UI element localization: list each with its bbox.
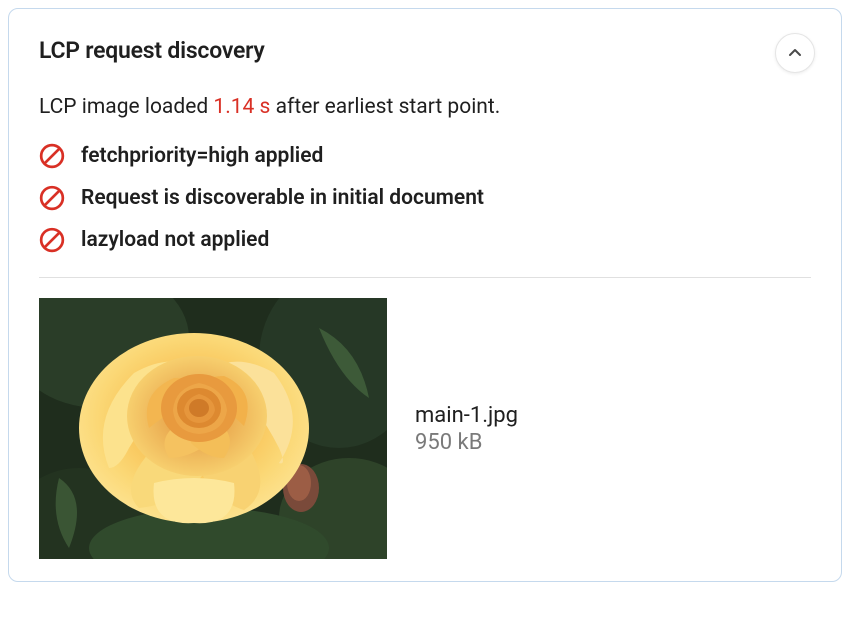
summary-suffix: after earliest start point. xyxy=(270,95,500,119)
summary-value: 1.14 s xyxy=(213,95,270,119)
divider xyxy=(39,277,811,278)
fail-icon xyxy=(39,185,65,211)
file-thumbnail[interactable] xyxy=(39,298,387,559)
checks-list: fetchpriority=high applied Request is di… xyxy=(39,143,811,253)
lcp-discovery-card: LCP request discovery LCP image loaded 1… xyxy=(8,8,842,582)
check-item: Request is discoverable in initial docum… xyxy=(39,185,811,211)
check-label: fetchpriority=high applied xyxy=(81,144,323,168)
file-row: main-1.jpg 950 kB xyxy=(39,298,811,559)
card-header: LCP request discovery xyxy=(39,37,811,73)
fail-icon xyxy=(39,143,65,169)
summary-prefix: LCP image loaded xyxy=(39,95,213,119)
file-name: main-1.jpg xyxy=(415,403,518,428)
file-size: 950 kB xyxy=(415,430,518,455)
check-item: lazyload not applied xyxy=(39,227,811,253)
check-label: lazyload not applied xyxy=(81,228,269,252)
collapse-button[interactable] xyxy=(775,33,815,73)
card-title: LCP request discovery xyxy=(39,37,265,64)
file-info: main-1.jpg 950 kB xyxy=(415,403,518,455)
chevron-up-icon xyxy=(787,45,803,61)
check-label: Request is discoverable in initial docum… xyxy=(81,186,484,210)
fail-icon xyxy=(39,227,65,253)
check-item: fetchpriority=high applied xyxy=(39,143,811,169)
summary-text: LCP image loaded 1.14 s after earliest s… xyxy=(39,95,811,119)
